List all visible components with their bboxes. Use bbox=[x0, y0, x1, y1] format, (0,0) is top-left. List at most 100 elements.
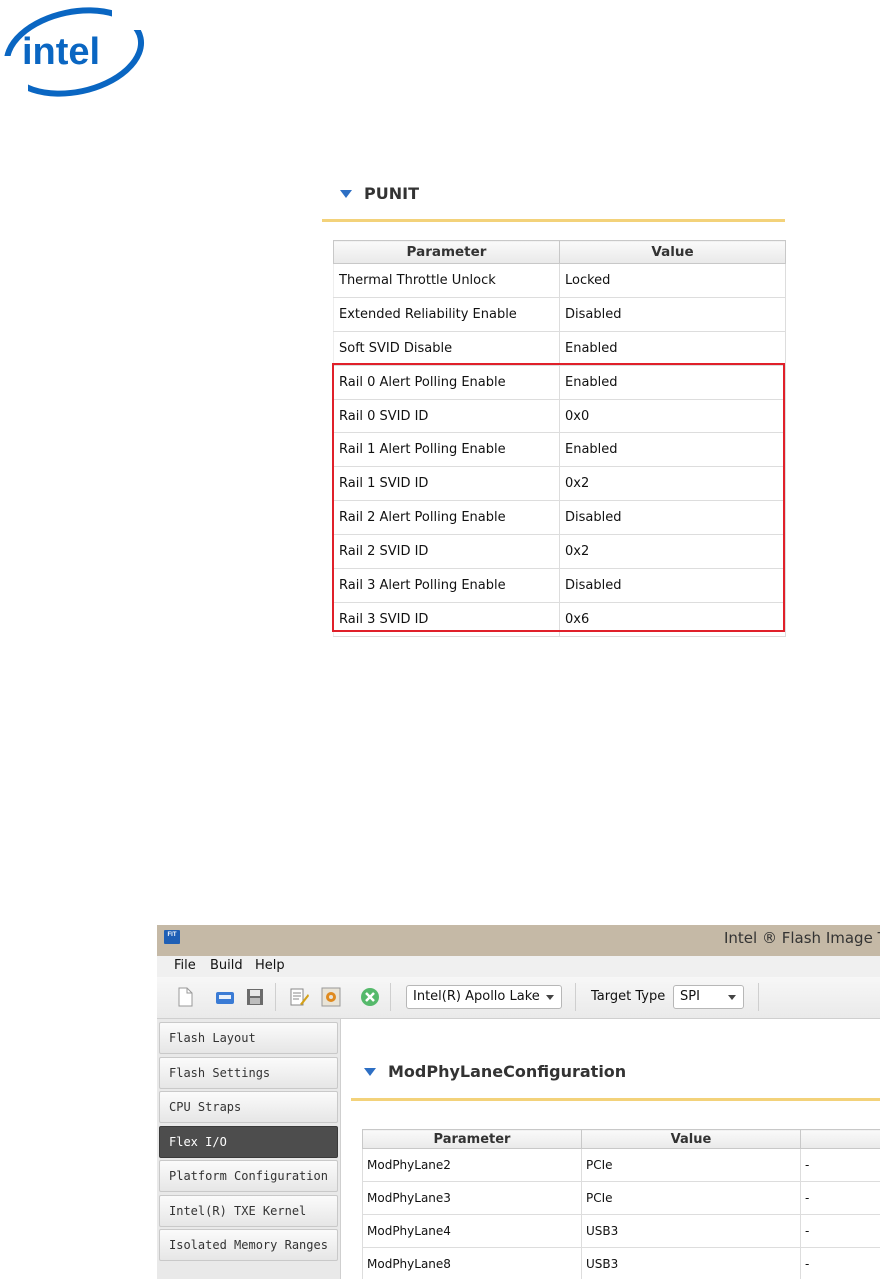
column-header-value: Value bbox=[581, 1129, 801, 1149]
parameter-cell: Rail 0 Alert Polling Enable bbox=[333, 364, 560, 400]
parameter-cell: Rail 2 Alert Polling Enable bbox=[333, 500, 560, 536]
platform-select[interactable]: Intel(R) Apollo Lake bbox=[406, 985, 562, 1009]
menu-build[interactable]: Build bbox=[210, 958, 243, 973]
punit-table: Parameter Value Thermal Throttle Unlock L… bbox=[333, 240, 786, 637]
section-title: ModPhyLaneConfiguration bbox=[388, 1062, 627, 1081]
target-type-value: SPI bbox=[680, 989, 700, 1004]
toolbar-separator bbox=[575, 983, 576, 1011]
parameter-cell: Soft SVID Disable bbox=[333, 330, 560, 366]
open-icon[interactable] bbox=[214, 986, 236, 1008]
parameter-cell: Rail 3 SVID ID bbox=[333, 601, 560, 637]
platform-select-value: Intel(R) Apollo Lake bbox=[413, 989, 540, 1004]
collapse-triangle-icon[interactable] bbox=[340, 189, 352, 198]
sidebar-item-intel-r-txe-kernel[interactable]: Intel(R) TXE Kernel bbox=[159, 1194, 338, 1227]
parameter-cell: ModPhyLane4 bbox=[362, 1214, 582, 1248]
table-row[interactable]: Rail 2 SVID ID 0x2 bbox=[333, 534, 786, 570]
column-header-parameter: Parameter bbox=[333, 240, 560, 264]
table-row[interactable]: Rail 0 Alert Polling Enable Enabled bbox=[333, 364, 786, 400]
column-header-value: Value bbox=[559, 240, 786, 264]
toolbar-separator bbox=[275, 983, 276, 1011]
table-row[interactable]: Rail 3 SVID ID 0x6 bbox=[333, 601, 786, 637]
table-row[interactable]: ModPhyLane8 USB3- bbox=[362, 1247, 880, 1279]
value-cell[interactable]: Disabled bbox=[559, 500, 786, 536]
parameter-cell: Rail 3 Alert Polling Enable bbox=[333, 568, 560, 603]
extra-cell: - bbox=[800, 1181, 880, 1215]
parameter-cell: Rail 0 SVID ID bbox=[333, 398, 560, 434]
edit-icon[interactable] bbox=[288, 986, 310, 1008]
modphy-table: Parameter Value ModPhyLane2 PCIe - ModPhyLa… bbox=[362, 1129, 880, 1279]
modphy-section-header[interactable]: ModPhyLaneConfiguration bbox=[364, 1062, 626, 1081]
fit-app-window: FIT Intel ® Flash Image T File Build Hel… bbox=[157, 925, 880, 1279]
toolbar: Intel(R) Apollo Lake Target Type SPI bbox=[157, 977, 880, 1019]
table-row[interactable]: Rail 1 Alert Polling Enable Enabled bbox=[333, 432, 786, 468]
value-cell[interactable]: USB3 bbox=[581, 1214, 801, 1248]
table-row[interactable]: Rail 3 Alert Polling Enable Disabled bbox=[333, 568, 786, 603]
table-row[interactable]: ModPhyLane2 PCIe - bbox=[362, 1148, 880, 1182]
section-divider bbox=[351, 1098, 880, 1101]
table-row[interactable]: Rail 1 SVID ID 0x2 bbox=[333, 466, 786, 502]
parameter-cell: ModPhyLane3 bbox=[362, 1181, 582, 1215]
collapse-triangle-icon[interactable] bbox=[364, 1067, 376, 1076]
value-cell[interactable]: Disabled bbox=[559, 296, 786, 332]
parameter-cell: ModPhyLane2 bbox=[362, 1148, 582, 1182]
sidebar-item-flex-i-o[interactable]: Flex I/O bbox=[159, 1125, 338, 1158]
section-title: PUNIT bbox=[364, 184, 419, 203]
value-cell[interactable]: Enabled bbox=[559, 330, 786, 366]
extra-cell: - bbox=[800, 1214, 880, 1248]
logo-text: intel bbox=[22, 31, 100, 73]
sidebar-item-isolated-memory-ranges[interactable]: Isolated Memory Ranges bbox=[159, 1229, 338, 1261]
new-file-icon[interactable] bbox=[174, 986, 196, 1008]
sidebar-item-platform-configuration[interactable]: Platform Configuration bbox=[159, 1160, 338, 1192]
value-cell[interactable]: 0x0 bbox=[559, 398, 786, 434]
column-header-parameter: Parameter bbox=[362, 1129, 582, 1149]
value-cell[interactable]: Enabled bbox=[559, 364, 786, 400]
table-header-row: Parameter Value bbox=[333, 240, 786, 264]
value-cell[interactable]: Locked bbox=[559, 263, 786, 298]
table-row[interactable]: Thermal Throttle Unlock Locked bbox=[333, 263, 786, 298]
parameter-cell: Thermal Throttle Unlock bbox=[333, 263, 560, 298]
build-icon[interactable] bbox=[320, 986, 342, 1008]
value-cell[interactable]: PCIe bbox=[581, 1181, 801, 1215]
value-cell[interactable]: PCIe bbox=[581, 1148, 801, 1182]
sidebar-item-flash-layout[interactable]: Flash Layout bbox=[159, 1022, 338, 1054]
sidebar-item-cpu-straps[interactable]: CPU Straps bbox=[159, 1091, 338, 1123]
parameter-cell: Rail 1 SVID ID bbox=[333, 466, 560, 502]
app-icon: FIT bbox=[164, 930, 180, 944]
value-cell[interactable]: Disabled bbox=[559, 568, 786, 603]
value-cell[interactable]: 0x2 bbox=[559, 534, 786, 570]
title-bar: FIT Intel ® Flash Image T bbox=[157, 925, 880, 956]
parameter-cell: Rail 1 Alert Polling Enable bbox=[333, 432, 560, 468]
parameter-cell: ModPhyLane8 bbox=[362, 1247, 582, 1279]
menu-file[interactable]: File bbox=[174, 958, 196, 973]
table-row[interactable]: ModPhyLane3 PCIe - bbox=[362, 1181, 880, 1215]
value-cell[interactable]: USB3 bbox=[581, 1247, 801, 1279]
parameter-cell: Rail 2 SVID ID bbox=[333, 534, 560, 570]
target-type-label: Target Type bbox=[591, 989, 666, 1004]
table-row[interactable]: Extended Reliability Enable Disabled bbox=[333, 296, 786, 332]
punit-section-header[interactable]: PUNIT bbox=[340, 184, 419, 203]
toolbar-separator bbox=[390, 983, 391, 1011]
sidebar-item-flash-settings[interactable]: Flash Settings bbox=[159, 1056, 338, 1089]
extra-cell: - bbox=[800, 1247, 880, 1279]
save-icon[interactable] bbox=[244, 986, 266, 1008]
parameter-cell: Extended Reliability Enable bbox=[333, 296, 560, 332]
table-row[interactable]: Rail 2 Alert Polling Enable Disabled bbox=[333, 500, 786, 536]
menu-bar: File Build Help bbox=[157, 956, 880, 977]
content-divider bbox=[340, 1019, 341, 1279]
table-row[interactable]: ModPhyLane4 USB3- bbox=[362, 1214, 880, 1248]
menu-help[interactable]: Help bbox=[255, 958, 285, 973]
target-type-select[interactable]: SPI bbox=[673, 985, 744, 1009]
value-cell[interactable]: 0x6 bbox=[559, 601, 786, 637]
value-cell[interactable]: Enabled bbox=[559, 432, 786, 468]
value-cell[interactable]: 0x2 bbox=[559, 466, 786, 502]
table-row[interactable]: Soft SVID Disable Enabled bbox=[333, 330, 786, 366]
table-row[interactable]: Rail 0 SVID ID 0x0 bbox=[333, 398, 786, 434]
chevron-down-icon bbox=[546, 995, 554, 1000]
sidebar: Flash Layout Flash Settings CPU Straps Flex… bbox=[157, 1019, 340, 1279]
chevron-down-icon bbox=[728, 995, 736, 1000]
section-divider bbox=[322, 219, 785, 222]
window-title: Intel ® Flash Image T bbox=[724, 929, 880, 947]
clean-icon[interactable] bbox=[359, 986, 381, 1008]
extra-cell: - bbox=[800, 1148, 880, 1182]
column-header-extra bbox=[800, 1129, 880, 1149]
